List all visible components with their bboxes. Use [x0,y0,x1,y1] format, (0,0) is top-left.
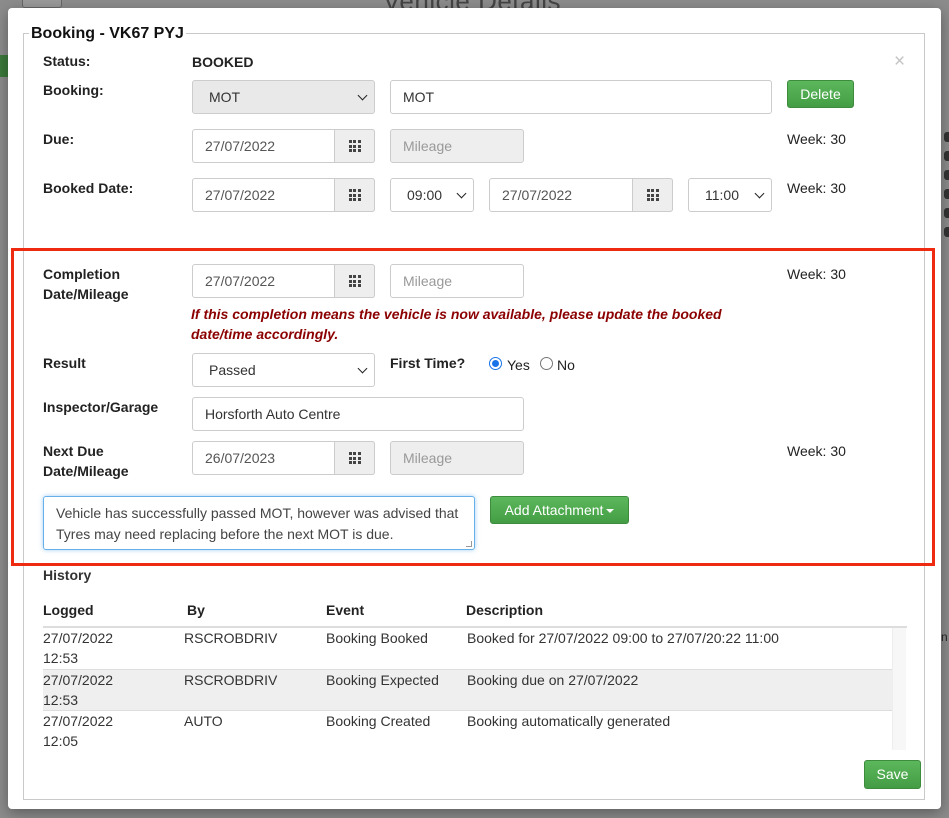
history-event: Booking Expected [326,672,439,688]
chevron-down-icon [754,188,765,199]
history-col-logged: Logged [43,602,94,618]
booked-end-time-select[interactable]: 11:00 [688,178,772,212]
calendar-icon[interactable] [334,129,375,163]
booked-start-time-select[interactable]: 09:00 [390,178,474,212]
history-logged-date: 27/07/2022 [43,630,114,646]
chevron-down-icon [456,188,467,199]
background-green-tab [0,55,8,77]
booking-type-select[interactable]: MOT [192,80,375,114]
highlight-box [11,248,935,566]
booking-legend: Booking - VK67 PYJ [29,25,186,43]
history-event: Booking Created [326,713,431,729]
booked-start-time-value: 09:00 [407,187,443,203]
booked-end-date-value: 27/07/2022 [502,187,573,203]
history-by: RSCROBDRIV [184,672,278,688]
history-col-description: Description [466,602,544,618]
history-logged-time: 12:53 [43,692,79,708]
history-scrollbar[interactable] [892,628,906,750]
background-search-button [22,0,62,8]
booked-start-date-field[interactable]: 27/07/2022 [192,178,375,212]
history-by: AUTO [184,713,223,729]
history-col-event: Event [326,602,365,618]
history-description: Booking automatically generated [467,713,671,729]
due-date-value: 27/07/2022 [205,138,276,154]
due-week: Week: 30 [787,131,846,147]
history-logged-time: 12:53 [43,650,79,666]
due-date-field[interactable]: 27/07/2022 [192,129,375,163]
booked-end-time-value: 11:00 [705,187,739,203]
history-col-by: By [187,602,205,618]
history-title: History [43,567,92,583]
booking-type-value: MOT [209,89,241,105]
history-description: Booking due on 27/07/2022 [467,672,639,688]
status-label: Status: [43,53,91,69]
history-table-body: 27/07/2022 12:53 RSCROBDRIV Booking Book… [43,628,892,750]
background-text: n [941,630,948,644]
table-row: 27/07/2022 12:53 RSCROBDRIV Booking Expe… [43,669,892,710]
due-mileage-input: Mileage [390,129,524,163]
close-icon[interactable]: × [894,52,905,71]
history-event: Booking Booked [326,630,428,646]
background-radio-column [944,132,949,246]
history-logged-date: 27/07/2022 [43,713,114,729]
history-logged-cell: 27/07/2022 12:53 [43,628,113,668]
delete-button[interactable]: Delete [787,80,854,108]
table-row: 27/07/2022 12:53 RSCROBDRIV Booking Book… [43,628,892,669]
chevron-down-icon [357,90,368,101]
booking-description-input[interactable]: MOT [390,80,772,114]
history-logged-date: 27/07/2022 [43,672,114,688]
history-by: RSCROBDRIV [184,630,278,646]
history-logged-cell: 27/07/2022 12:53 [43,670,113,710]
due-label: Due: [43,131,75,147]
table-row: 27/07/2022 12:05 AUTO Booking Created Bo… [43,710,892,750]
history-logged-cell: 27/07/2022 12:05 [43,711,113,750]
status-value: BOOKED [192,54,254,70]
booked-date-label: Booked Date: [43,180,134,196]
save-button[interactable]: Save [864,760,921,789]
booked-week: Week: 30 [787,180,846,196]
history-description: Booked for 27/07/2022 09:00 to 27/07/20:… [467,630,779,646]
calendar-icon[interactable] [632,178,673,212]
calendar-icon[interactable] [334,178,375,212]
history-logged-time: 12:05 [43,733,79,749]
booked-end-date-field[interactable]: 27/07/2022 [489,178,673,212]
booking-label: Booking: [43,82,104,98]
booked-start-date-value: 27/07/2022 [205,187,276,203]
